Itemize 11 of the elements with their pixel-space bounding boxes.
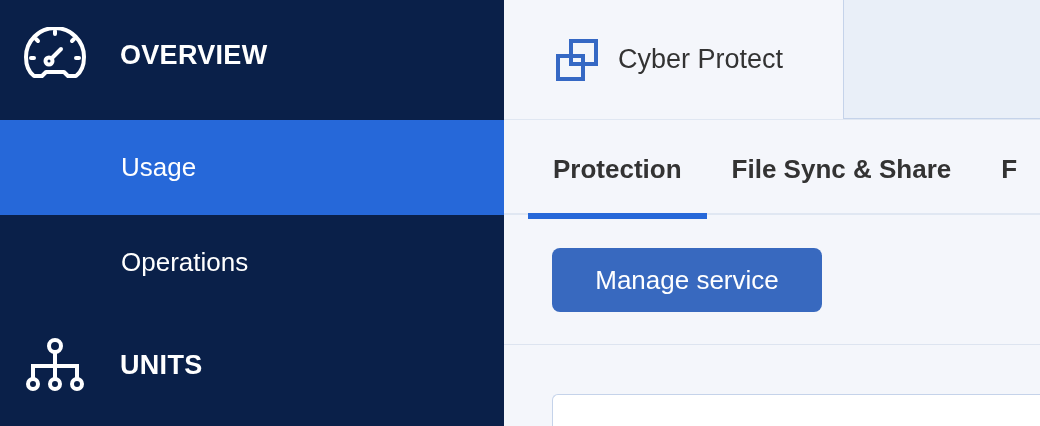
manage-service-button[interactable]: Manage service (552, 248, 822, 312)
section-heading[interactable]: UNITS (120, 349, 203, 381)
tab[interactable]: Protection (528, 120, 707, 219)
tab[interactable]: F (976, 120, 1040, 219)
logo-icon (556, 38, 598, 81)
hierarchy-icon (24, 337, 86, 393)
section-heading[interactable]: OVERVIEW (120, 39, 268, 71)
sidebar-item[interactable]: Usage (0, 120, 504, 215)
tab[interactable]: File Sync & Share (706, 120, 977, 219)
sidebar-item[interactable]: Operations (0, 215, 504, 310)
product-name: Cyber Protect (618, 44, 784, 75)
